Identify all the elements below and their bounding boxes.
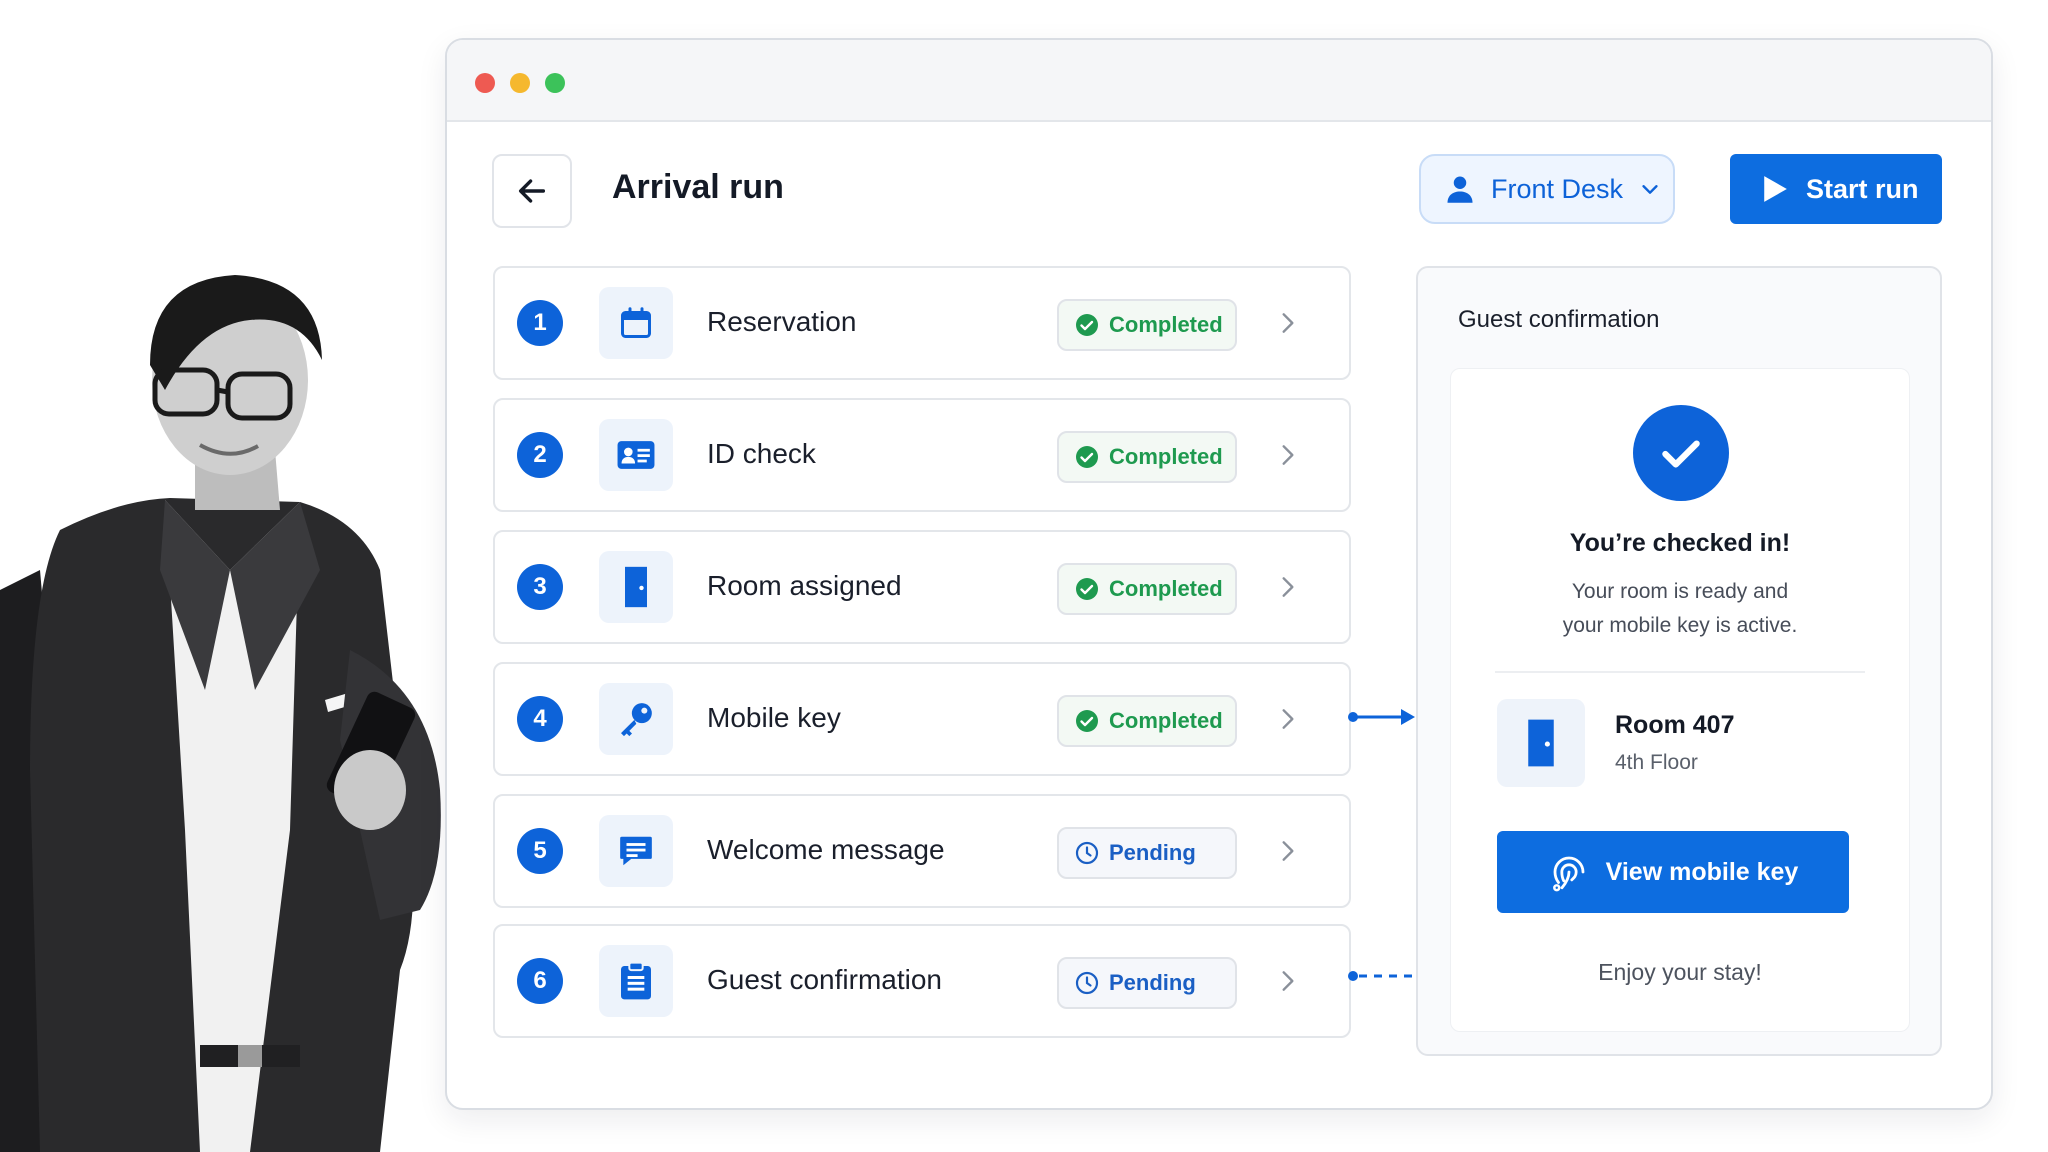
room-icon-box — [1497, 699, 1585, 787]
chevron-right-icon[interactable] — [1275, 308, 1301, 338]
status-text: Pending — [1109, 840, 1196, 865]
checked-in-heading: You’re checked in! — [1569, 529, 1791, 557]
status-badge: Completed — [1057, 563, 1237, 615]
app-window: Arrival run Front Desk Start run 1 Reser… — [445, 38, 1993, 1110]
message-line-1: Your room is ready and — [1571, 580, 1789, 603]
check-circle-icon — [1076, 578, 1098, 600]
step-icon-box — [599, 287, 673, 359]
step-icon-box — [599, 815, 673, 887]
step-number: 6 — [517, 958, 563, 1004]
divider — [1495, 671, 1865, 673]
key-icon — [621, 703, 652, 737]
panel-title: Guest confirmation — [1458, 306, 1660, 333]
chevron-right-icon[interactable] — [1275, 440, 1301, 470]
clock-icon — [1075, 971, 1099, 995]
step-number: 1 — [517, 300, 563, 346]
room-number: Room 407 — [1615, 711, 1735, 739]
step-icon-box — [599, 551, 673, 623]
door-icon — [625, 566, 647, 608]
status-badge: Completed — [1057, 299, 1237, 351]
check-circle-icon — [1076, 710, 1098, 732]
page-title: Arrival run — [612, 168, 784, 206]
start-run-label: Start run — [1806, 173, 1919, 204]
step-number: 4 — [517, 696, 563, 742]
id-card-icon — [617, 441, 655, 469]
message-icon — [620, 836, 652, 866]
step-row-reservation[interactable]: 1 Reservation Completed — [493, 266, 1351, 380]
chevron-right-icon[interactable] — [1275, 966, 1301, 996]
door-icon — [1528, 719, 1554, 767]
calendar-icon — [621, 307, 651, 338]
room-floor: 4th Floor — [1615, 751, 1698, 774]
minimize-window-dot[interactable] — [510, 73, 530, 93]
enjoy-message: Enjoy your stay! — [1598, 959, 1762, 985]
status-text: Pending — [1109, 970, 1196, 995]
success-check-icon — [1633, 405, 1729, 501]
arrow-left-icon — [518, 179, 546, 203]
view-mobile-key-button[interactable]: View mobile key — [1497, 831, 1849, 913]
step-row-room-assigned[interactable]: 3 Room assigned Completed — [493, 530, 1351, 644]
chevron-right-icon[interactable] — [1275, 572, 1301, 602]
chevron-down-icon — [1642, 185, 1658, 194]
step-label: Mobile key — [707, 702, 841, 733]
play-icon — [1764, 176, 1787, 202]
role-dropdown[interactable]: Front Desk — [1419, 154, 1675, 224]
guest-confirmation-panel: Guest confirmation You’re checked in! Yo… — [1416, 266, 1942, 1056]
step-row-mobile-key[interactable]: 4 Mobile key Completed — [493, 662, 1351, 776]
status-badge: Completed — [1057, 695, 1237, 747]
solid-connector-arrow — [1348, 709, 1415, 725]
clock-icon — [1075, 841, 1099, 865]
start-run-button[interactable]: Start run — [1730, 154, 1942, 224]
step-icon-box — [599, 419, 673, 491]
step-number: 5 — [517, 828, 563, 874]
step-label: ID check — [707, 438, 816, 469]
view-mobile-key-label: View mobile key — [1605, 857, 1799, 886]
step-row-welcome-message[interactable]: 5 Welcome message Pending — [493, 794, 1351, 908]
clipboard-icon — [621, 961, 651, 1000]
step-number: 3 — [517, 564, 563, 610]
step-row-id-check[interactable]: 2 ID check Completed — [493, 398, 1351, 512]
window-titlebar — [447, 40, 1991, 122]
chevron-right-icon[interactable] — [1275, 704, 1301, 734]
status-text: Completed — [1109, 576, 1223, 601]
user-icon — [1447, 176, 1473, 203]
back-button[interactable] — [492, 154, 572, 228]
dashed-connector-line — [1348, 971, 1417, 981]
status-badge: Pending — [1057, 957, 1237, 1009]
step-row-guest-confirmation[interactable]: 6 Guest confirmation Pending — [493, 924, 1351, 1038]
step-icon-box — [599, 945, 673, 1017]
contactless-icon — [1552, 856, 1585, 892]
step-number: 2 — [517, 432, 563, 478]
role-dropdown-label: Front Desk — [1491, 173, 1624, 204]
step-label: Welcome message — [707, 834, 945, 865]
chevron-right-icon[interactable] — [1275, 836, 1301, 866]
step-label: Guest confirmation — [707, 964, 942, 995]
step-icon-box — [599, 683, 673, 755]
status-badge: Completed — [1057, 431, 1237, 483]
confirmation-card: You’re checked in! Your room is ready an… — [1450, 368, 1910, 1032]
check-circle-icon — [1076, 314, 1098, 336]
status-badge: Pending — [1057, 827, 1237, 879]
status-text: Completed — [1109, 312, 1223, 337]
status-text: Completed — [1109, 444, 1223, 469]
person-illustration — [0, 275, 441, 1152]
message-line-2: your mobile key is active. — [1562, 614, 1798, 637]
check-circle-icon — [1076, 446, 1098, 468]
checkmark-icon — [1662, 440, 1700, 468]
step-label: Room assigned — [707, 570, 902, 601]
status-text: Completed — [1109, 708, 1223, 733]
close-window-dot[interactable] — [475, 73, 495, 93]
checked-in-message: Your room is ready and your mobile key i… — [1451, 575, 1909, 643]
step-label: Reservation — [707, 306, 857, 337]
maximize-window-dot[interactable] — [545, 73, 565, 93]
